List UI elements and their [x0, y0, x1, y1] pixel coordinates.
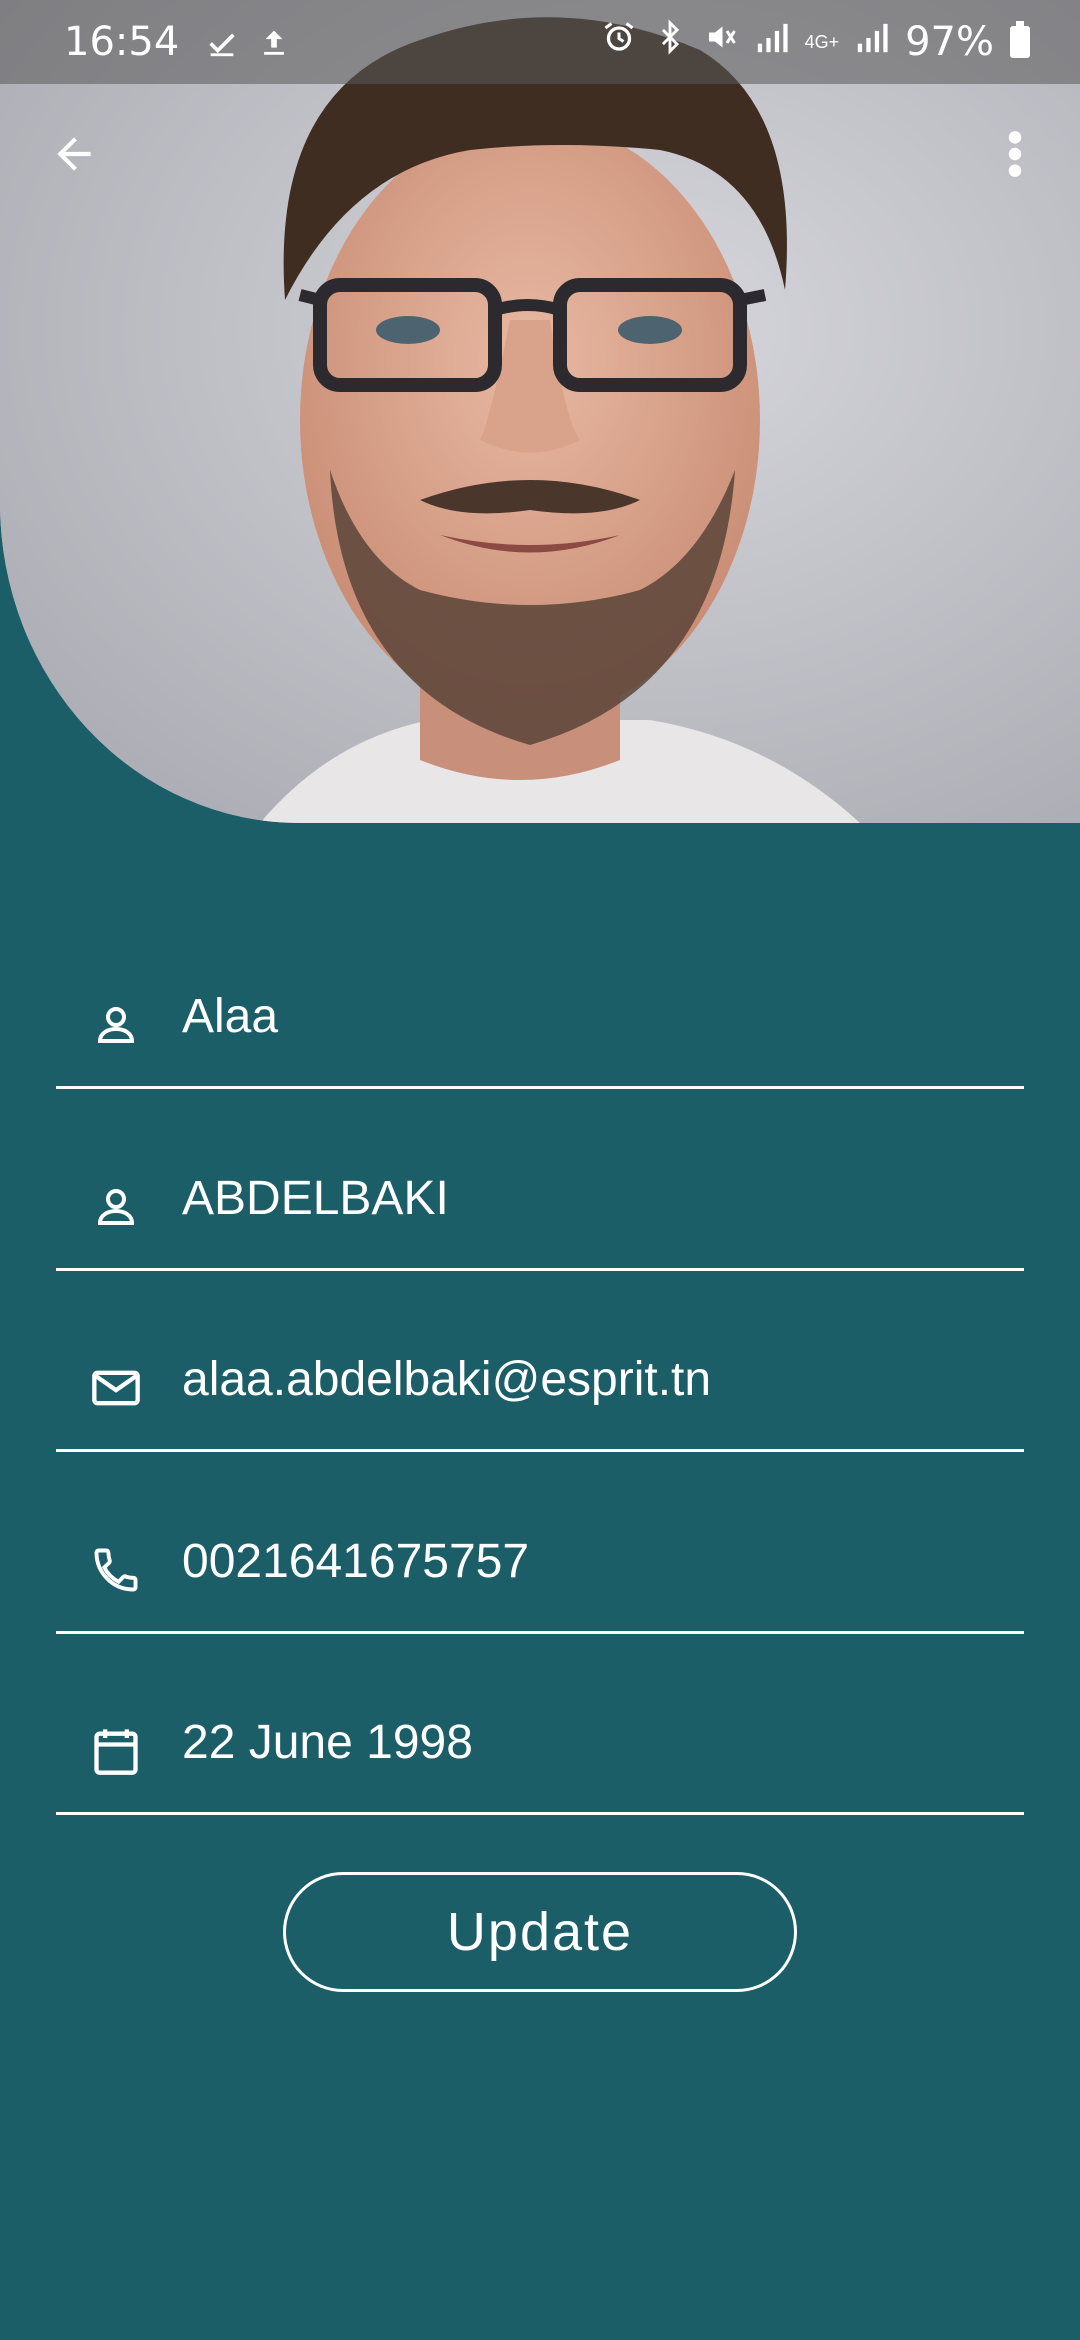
last-name-field[interactable]: ABDELBAKI: [56, 1151, 1024, 1271]
email-value: alaa.abdelbaki@esprit.tn: [182, 1353, 712, 1406]
download-done-icon: [205, 25, 239, 59]
alarm-icon: [601, 19, 637, 65]
4g-icon: 4G+: [804, 32, 840, 52]
status-time: 16:54: [64, 19, 180, 65]
person-icon: [90, 999, 142, 1051]
email-icon: [90, 1362, 142, 1414]
status-bar: 16:54 4G+ 97%: [0, 0, 1080, 84]
arrow-back-icon: [57, 137, 91, 171]
last-name-value: ABDELBAKI: [182, 1172, 449, 1225]
more-options-button[interactable]: [990, 124, 1040, 184]
birth-date-value: 22 June 1998: [182, 1716, 473, 1769]
upload-icon: [257, 25, 291, 59]
birth-date-field[interactable]: 22 June 1998: [56, 1695, 1024, 1815]
profile-photo-image: [0, 0, 1080, 823]
battery-icon: [1010, 21, 1030, 58]
email-field[interactable]: alaa.abdelbaki@esprit.tn: [56, 1332, 1024, 1452]
phone-icon: [90, 1544, 142, 1596]
more-vert-icon: [1008, 131, 1022, 177]
signal-icon: [755, 19, 789, 65]
phone-field[interactable]: 0021641675757: [56, 1514, 1024, 1634]
profile-photo[interactable]: [0, 0, 1080, 823]
first-name-field[interactable]: Alaa: [56, 969, 1024, 1089]
first-name-value: Alaa: [182, 990, 279, 1043]
signal-icon: [855, 19, 889, 65]
phone-value: 0021641675757: [182, 1535, 530, 1588]
back-button[interactable]: [44, 124, 104, 184]
battery-percentage: 97%: [905, 19, 994, 65]
mute-icon: [703, 19, 739, 65]
bluetooth-icon: [653, 19, 687, 65]
person-icon: [90, 1181, 142, 1233]
calendar-icon: [90, 1725, 142, 1777]
update-button[interactable]: Update: [283, 1872, 797, 1992]
